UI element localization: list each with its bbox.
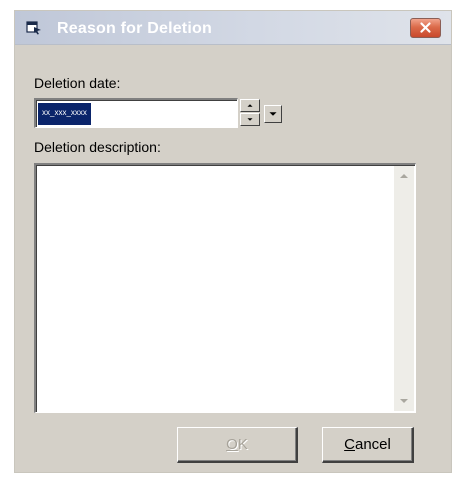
title-bar[interactable]: Reason for Deletion [15,11,451,45]
deletion-description-input[interactable] [38,167,388,407]
reason-for-deletion-dialog: Reason for Deletion Deletion date: xx_xx… [14,10,452,473]
ok-mnemonic: O [226,436,238,453]
date-dropdown-button[interactable] [264,105,282,123]
triangle-down-icon [269,112,277,116]
spin-down-button[interactable] [240,113,260,126]
cancel-button[interactable]: Cancel [322,427,414,463]
ok-button[interactable]: OK [177,427,298,463]
date-spinner [240,99,260,127]
deletion-date-label: Deletion date: [34,75,121,91]
dialog-title: Reason for Deletion [57,20,212,37]
scroll-down-arrow-icon [400,399,408,403]
triangle-down-icon [247,118,253,121]
vertical-scrollbar[interactable] [394,166,414,411]
deletion-date-value[interactable]: xx_xxx_xxxx [38,103,91,125]
deletion-description-label: Deletion description: [34,139,161,155]
scroll-up-arrow-icon [400,174,408,178]
cancel-label-rest: ancel [354,436,391,453]
scroll-up-button[interactable] [394,166,414,186]
triangle-up-icon [247,104,253,107]
close-button[interactable] [410,18,441,38]
spin-up-button[interactable] [240,99,260,112]
deletion-date-field[interactable]: xx_xxx_xxxx [34,98,238,128]
close-icon [420,22,431,33]
window-app-icon [26,21,41,35]
scroll-down-button[interactable] [394,391,414,411]
cancel-mnemonic: C [344,436,355,453]
ok-label-rest: K [237,436,248,453]
deletion-description-box [34,163,416,413]
